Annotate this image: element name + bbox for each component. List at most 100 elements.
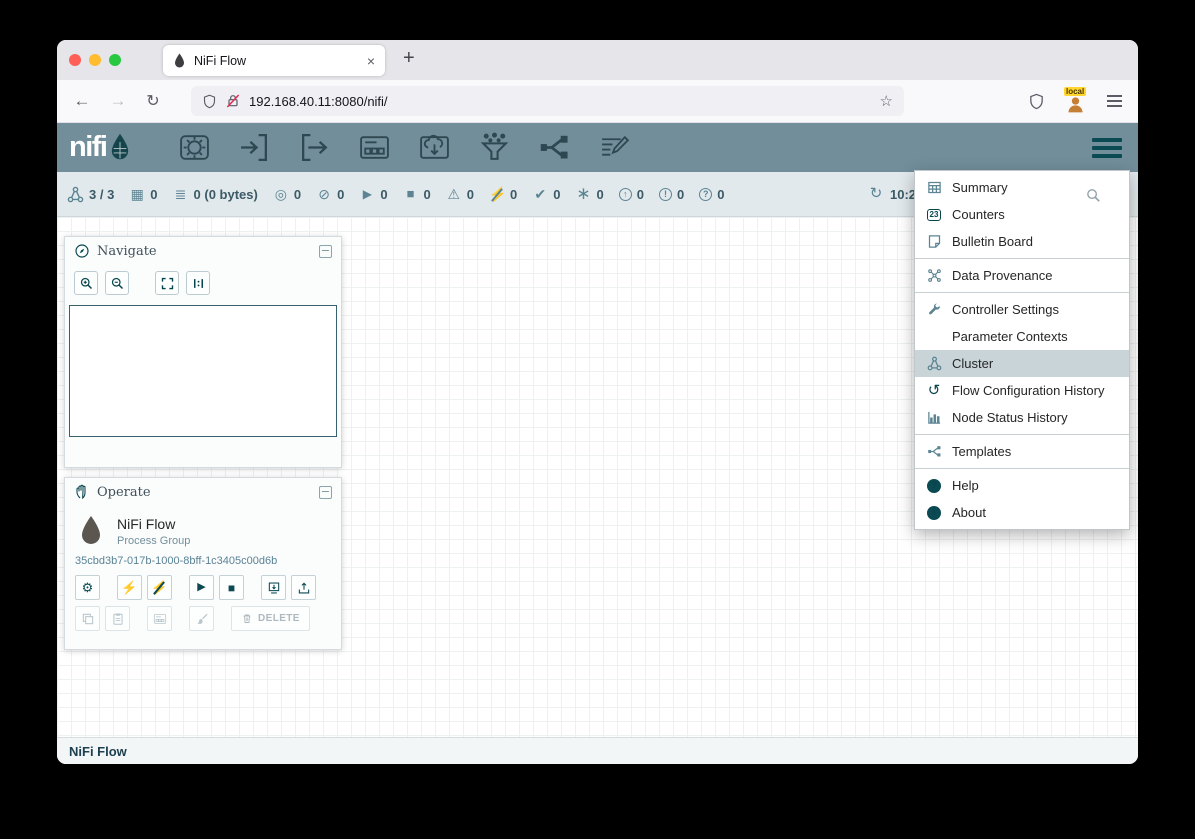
tracking-shield-icon[interactable] [202,94,217,109]
search-icon[interactable] [1085,187,1102,209]
brush-icon [195,612,209,626]
hand-icon [74,484,90,500]
process-group-component[interactable] [357,130,393,166]
cluster-icon [67,186,84,203]
refresh-icon[interactable]: ↻ [868,186,884,202]
reload-button[interactable]: ↻ [142,91,164,111]
menu-item-parameter-contexts[interactable]: Parameter Contexts [915,323,1129,350]
forward-button[interactable]: → [107,91,129,111]
menu-item-cluster[interactable]: Cluster [915,350,1129,377]
profile-badge[interactable]: local [1062,88,1090,115]
operate-buttons-row-1: ⚙ ⚡ ⚡ ▶ ■ [65,567,341,600]
menu-item-node-status-history[interactable]: Node Status History [915,404,1129,431]
breadcrumb[interactable]: NiFi Flow [69,744,127,759]
operate-title: Operate [97,485,151,500]
browser-menu-button[interactable] [1107,95,1122,107]
status-item-sync-failure: ?0 [699,187,724,202]
zoom-window-button[interactable] [109,54,121,66]
remote-process-group-component[interactable] [417,130,453,166]
minimize-window-button[interactable] [89,54,101,66]
input-port-icon [238,131,271,164]
status-item-running: ▶0 [359,186,387,202]
menu-item-controller-settings[interactable]: Controller Settings [915,296,1129,323]
counters-icon: 23 [927,209,942,221]
stop-icon: ■ [228,582,235,594]
menu-item-label: Cluster [952,356,993,371]
lightning-slash-icon: ⚡ [151,581,167,594]
refresh-area: ↻ 10:2 [868,172,916,216]
menu-item-label: Controller Settings [952,302,1059,317]
selected-component: NiFi Flow Process Group [65,506,341,547]
tab-title: NiFi Flow [194,54,359,68]
node-status-history-icon [925,410,943,425]
output-port-icon [298,131,331,164]
operate-palette: Operate − NiFi Flow Process Group 35cbd3… [64,477,342,650]
status-count: 0 [510,187,517,202]
collapse-operate-button[interactable]: − [319,486,332,499]
processor-icon [178,131,211,164]
global-menu: Summary23CountersBulletin BoardData Prov… [914,170,1130,530]
stale-icon: ↑ [619,188,632,201]
component-id: 35cbd3b7-017b-1000-8bff-1c3405c00d6b [65,547,341,567]
browser-tab[interactable]: NiFi Flow × [163,45,385,76]
menu-item-templates[interactable]: Templates [915,438,1129,465]
zoom-out-button[interactable] [105,271,129,295]
zoom-actual-button[interactable] [186,271,210,295]
zoom-fit-button[interactable] [155,271,179,295]
tab-close-icon[interactable]: × [367,53,375,69]
component-type: Process Group [117,535,190,547]
configuration-button[interactable]: ⚙ [75,575,100,600]
menu-item-label: About [952,505,986,520]
back-button[interactable]: ← [71,91,93,111]
insecure-lock-icon[interactable] [225,93,241,109]
collapse-navigate-button[interactable]: − [319,245,332,258]
controller-settings-icon [925,302,943,317]
protections-shield-icon[interactable] [1028,93,1045,110]
funnel-component[interactable] [477,130,513,166]
component-name: NiFi Flow [117,516,190,532]
copy-button[interactable] [75,606,100,631]
upload-template-button[interactable] [291,575,316,600]
enable-button[interactable]: ⚡ [117,575,142,600]
menu-item-help[interactable]: ?Help [915,472,1129,499]
bookmark-star-icon[interactable]: ☆ [880,92,893,110]
status-item-not-transmitting: ⊘0 [316,186,344,202]
template-component[interactable] [537,130,573,166]
global-menu-button[interactable] [1092,138,1122,158]
menu-item-label: Bulletin Board [952,234,1033,249]
data-provenance-icon [927,268,942,283]
menu-item-label: Parameter Contexts [952,329,1068,344]
status-count: 0 [717,187,724,202]
close-window-button[interactable] [69,54,81,66]
delete-button[interactable]: DELETE [231,606,310,631]
output-port-component[interactable] [297,130,333,166]
disable-button[interactable]: ⚡ [147,575,172,600]
summary-table-icon [925,180,943,195]
start-button[interactable]: ▶ [189,575,214,600]
paste-button[interactable] [105,606,130,631]
menu-item-flow-configuration-history[interactable]: ↺Flow Configuration History [915,377,1129,404]
status-item-up-to-date: ✔0 [532,186,560,202]
menu-item-about[interactable]: iAbout [915,499,1129,526]
menu-item-data-provenance[interactable]: Data Provenance [915,262,1129,289]
label-component[interactable] [597,130,633,166]
url-bar[interactable]: 192.168.40.11:8080/nifi/ ☆ [191,86,904,116]
stop-button[interactable]: ■ [219,575,244,600]
birdseye-map[interactable] [69,305,337,437]
status-item-modified-stale: !0 [659,187,684,202]
status-count: 0 [337,187,344,202]
flow-config-history-icon: ↺ [925,383,943,399]
group-button[interactable] [147,606,172,631]
create-template-button[interactable] [261,575,286,600]
help-icon: ? [927,479,941,493]
transmitting-icon: ◎ [273,186,289,202]
component-toolbar [177,130,633,166]
input-port-component[interactable] [237,130,273,166]
new-tab-button[interactable]: + [403,47,415,70]
processor-component[interactable] [177,130,213,166]
menu-item-bulletin-board[interactable]: Bulletin Board [915,228,1129,255]
url-text[interactable]: 192.168.40.11:8080/nifi/ [249,94,872,109]
fill-color-button[interactable] [189,606,214,631]
zoom-in-button[interactable] [74,271,98,295]
template-icon [538,131,571,164]
